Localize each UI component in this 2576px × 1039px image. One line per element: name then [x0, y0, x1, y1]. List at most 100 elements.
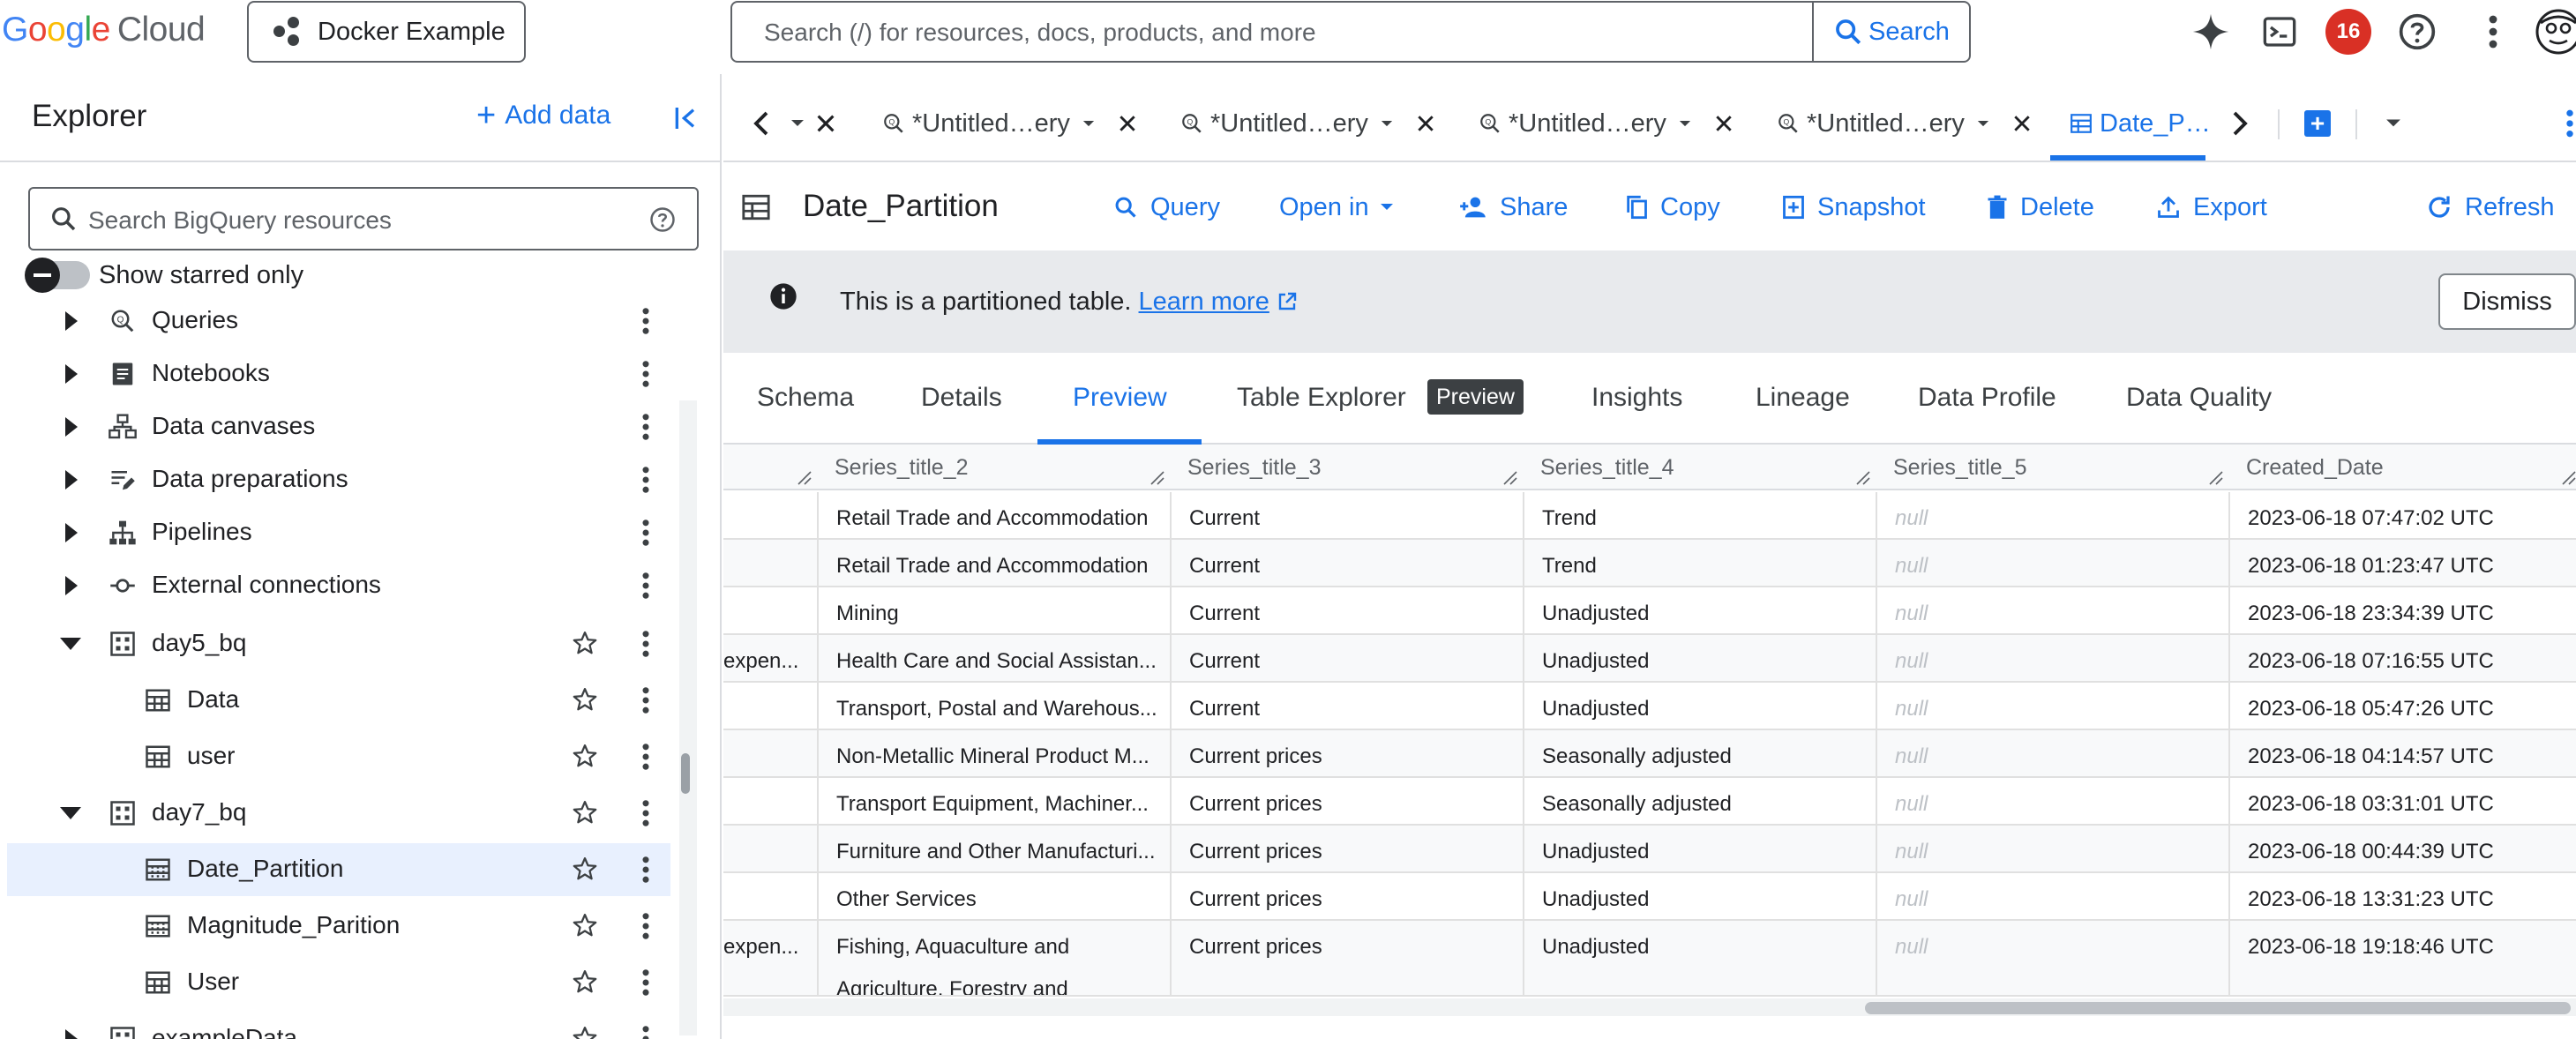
tree-item-user[interactable]: User	[7, 956, 670, 1009]
table-row[interactable]: Transport Equipment, Machiner... Current …	[723, 778, 2576, 826]
tab-date-partition[interactable]: Date_P…	[2070, 104, 2211, 143]
table-row[interactable]: Retail Trade and Accommodation Current Tre…	[723, 492, 2576, 540]
more-options-icon[interactable]	[640, 630, 651, 664]
star-icon[interactable]	[572, 856, 598, 888]
column-header[interactable]: Series_title_3	[1170, 445, 1523, 490]
show-starred-toggle[interactable]: Show starred only	[25, 258, 303, 293]
tree-item-pipelines[interactable]: Pipelines	[7, 506, 670, 559]
table-row[interactable]: Furniture and Other Manufacturi... Curren…	[723, 826, 2576, 873]
more-options-icon[interactable]	[2470, 9, 2516, 55]
tab-schema[interactable]: Schema	[757, 383, 854, 413]
cloud-shell-icon[interactable]	[2257, 9, 2303, 55]
toggle-switch[interactable]	[25, 258, 90, 293]
star-icon[interactable]	[572, 912, 598, 945]
tree-item-magnitude-parition[interactable]: Magnitude_Parition	[7, 900, 670, 953]
help-icon[interactable]	[2394, 9, 2440, 55]
star-icon[interactable]	[572, 968, 598, 1001]
share-button[interactable]: Share	[1459, 189, 1568, 226]
more-options-icon[interactable]	[640, 572, 651, 606]
tab-insights[interactable]: Insights	[1591, 383, 1682, 413]
google-cloud-logo[interactable]: Google Cloud	[2, 11, 206, 49]
collapse-arrow-icon[interactable]	[60, 807, 81, 819]
star-icon[interactable]	[572, 686, 598, 719]
scroll-tabs-left-button[interactable]	[750, 104, 773, 143]
star-icon[interactable]	[572, 743, 598, 775]
column-header[interactable]: Created_Date	[2228, 445, 2576, 490]
search-button[interactable]: Search	[1812, 3, 1969, 61]
export-button[interactable]: Export	[2156, 189, 2267, 226]
column-resize-handle[interactable]	[1856, 471, 1870, 485]
tree-item-queries[interactable]: Q Queries	[7, 295, 670, 348]
tab-untitled-query[interactable]: Q *Untitled…ery	[882, 104, 1137, 143]
tree-item-external-connections[interactable]: External connections	[7, 559, 670, 612]
expand-arrow-icon[interactable]	[65, 364, 78, 384]
caret-down-icon[interactable]	[1679, 120, 1691, 128]
expand-arrow-icon[interactable]	[65, 417, 78, 437]
learn-more-link[interactable]: Learn more	[1139, 288, 1269, 316]
column-header[interactable]: Series_title_4	[1523, 445, 1876, 490]
star-icon[interactable]	[572, 630, 598, 662]
table-row[interactable]: expen... Fishing, Aquaculture and Agricult…	[723, 921, 2576, 997]
gemini-icon[interactable]	[2188, 9, 2234, 55]
new-tab-button[interactable]: +	[2304, 104, 2331, 143]
table-row[interactable]: Transport, Postal and Warehous... Current…	[723, 683, 2576, 730]
column-header[interactable]: Series_title_2	[817, 445, 1170, 490]
more-options-icon[interactable]	[640, 968, 651, 1003]
tree-item-exampledata[interactable]: exampleData	[7, 1013, 670, 1039]
close-icon[interactable]	[1118, 114, 1137, 133]
caret-down-icon[interactable]	[1082, 120, 1095, 128]
tree-item-day7-bq[interactable]: day7_bq	[7, 787, 670, 840]
tab-preview[interactable]: Preview	[1073, 383, 1167, 413]
column-header[interactable]: Series_title_5	[1876, 445, 2228, 490]
table-row[interactable]: Non-Metallic Mineral Product M... Current…	[723, 730, 2576, 778]
more-options-icon[interactable]	[640, 360, 651, 394]
expand-arrow-icon[interactable]	[65, 1029, 78, 1039]
external-link-icon[interactable]	[1277, 291, 1298, 312]
query-button[interactable]: Query	[1113, 189, 1220, 226]
tab-data-profile[interactable]: Data Profile	[1918, 383, 2056, 413]
caret-down-icon[interactable]	[1381, 120, 1393, 128]
more-options-icon[interactable]	[2565, 104, 2574, 143]
copy-button[interactable]: Copy	[1625, 189, 1720, 226]
tab-lineage[interactable]: Lineage	[1756, 383, 1850, 413]
column-resize-handle[interactable]	[2209, 471, 2223, 485]
expand-arrow-icon[interactable]	[65, 576, 78, 595]
tabs-menu-button[interactable]	[2385, 104, 2401, 143]
close-icon[interactable]	[1714, 114, 1734, 133]
collapse-arrow-icon[interactable]	[60, 638, 81, 650]
tree-item-date-partition[interactable]: Date_Partition	[7, 843, 670, 896]
table-row[interactable]: Other Services Current prices Unadjusted nu…	[723, 873, 2576, 921]
more-options-icon[interactable]	[640, 912, 651, 946]
more-options-icon[interactable]	[640, 307, 651, 341]
more-options-icon[interactable]	[640, 743, 651, 777]
more-options-icon[interactable]	[640, 856, 651, 890]
expand-arrow-icon[interactable]	[65, 523, 78, 542]
account-avatar[interactable]	[2535, 9, 2576, 55]
column-resize-handle[interactable]	[2562, 471, 2576, 485]
table-row[interactable]: Mining Current Unadjusted null 2023-06-18 23…	[723, 587, 2576, 635]
tree-item-data-canvases[interactable]: Data canvases	[7, 400, 670, 453]
dismiss-button[interactable]: Dismiss	[2438, 273, 2576, 330]
close-icon[interactable]	[2012, 114, 2032, 133]
help-icon[interactable]	[649, 206, 676, 233]
notifications-badge[interactable]: 16	[2325, 9, 2371, 55]
column-resize-handle[interactable]	[798, 471, 812, 485]
tab-data-quality[interactable]: Data Quality	[2126, 383, 2272, 413]
star-icon[interactable]	[572, 799, 598, 832]
tree-item-notebooks[interactable]: Notebooks	[7, 348, 670, 400]
tab-untitled-query[interactable]: Q *Untitled…ery	[1479, 104, 1734, 143]
add-data-button[interactable]: + Add data	[476, 99, 610, 132]
more-options-icon[interactable]	[640, 413, 651, 447]
tab-table-explorer[interactable]: Table Explorer	[1237, 383, 1406, 413]
close-tab-button[interactable]	[815, 104, 836, 143]
tree-item-day5-bq[interactable]: day5_bq	[7, 617, 670, 670]
snapshot-button[interactable]: Snapshot	[1782, 189, 1926, 226]
table-row[interactable]: Retail Trade and Accommodation Current Tre…	[723, 540, 2576, 587]
tab-untitled-query[interactable]: Q *Untitled…ery	[1180, 104, 1435, 143]
star-icon[interactable]	[572, 1025, 598, 1039]
tab-menu-caret[interactable]	[790, 104, 805, 143]
bigquery-resource-search-input[interactable]: Search BigQuery resources	[28, 187, 699, 250]
more-options-icon[interactable]	[640, 1025, 651, 1039]
collapse-panel-icon[interactable]	[672, 104, 700, 137]
open-in-button[interactable]: Open in	[1279, 189, 1394, 226]
